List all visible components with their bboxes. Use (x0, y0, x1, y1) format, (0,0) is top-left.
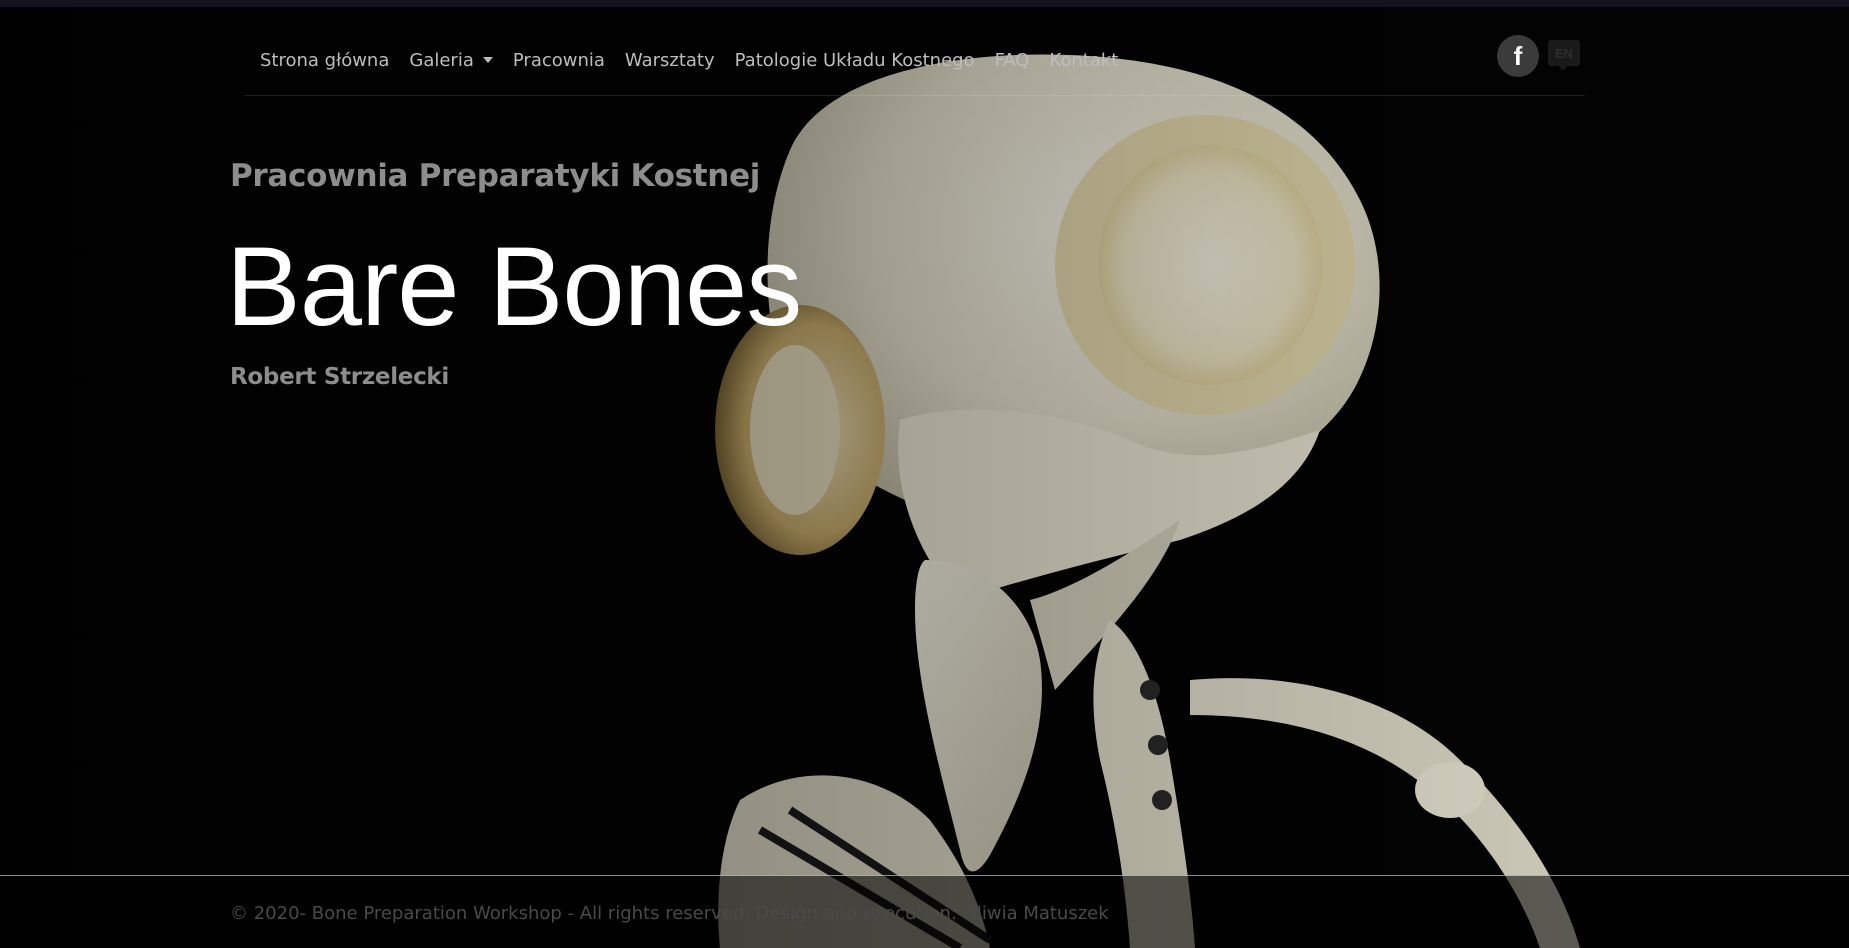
hero-title: Bare Bones (226, 224, 802, 349)
hero-subtitle: Pracownia Preparatyki Kostnej (230, 158, 761, 194)
nav-item-home[interactable]: Strona główna (250, 40, 399, 81)
top-strip (0, 0, 1849, 7)
nav-item-pathologies[interactable]: Patologie Układu Kostnego (725, 40, 985, 81)
footer: © 2020- Bone Preparation Workshop - All … (0, 875, 1849, 948)
nav-item-faq[interactable]: FAQ (985, 40, 1040, 81)
navbar: Strona główna Galeria Pracownia Warsztat… (0, 7, 1849, 97)
language-switch-button[interactable]: EN (1548, 40, 1580, 71)
footer-copyright: © 2020- Bone Preparation Workshop - All … (230, 903, 1109, 924)
nav-divider (245, 95, 1585, 96)
page: Strona główna Galeria Pracownia Warsztat… (0, 0, 1849, 948)
nav-menu: Strona główna Galeria Pracownia Warsztat… (250, 40, 1128, 81)
speech-bubble-icon: EN (1554, 45, 1574, 61)
hero-author: Robert Strzelecki (230, 364, 450, 390)
nav-item-label: Strona główna (260, 50, 390, 71)
facebook-button[interactable]: f (1497, 35, 1539, 77)
hero-background-image (0, 0, 1849, 948)
nav-item-label: FAQ (994, 50, 1030, 71)
nav-item-label: Warsztaty (624, 50, 715, 71)
caret-down-icon (482, 56, 493, 63)
nav-item-gallery-dropdown[interactable]: Galeria (399, 40, 503, 81)
nav-item-workshop[interactable]: Pracownia (503, 40, 615, 81)
facebook-icon: f (1513, 41, 1523, 71)
nav-item-label: Kontakt (1049, 50, 1119, 71)
nav-item-workshops[interactable]: Warsztaty (615, 40, 725, 81)
nav-item-label: Galeria (409, 50, 474, 71)
nav-item-label: Pracownia (512, 50, 605, 71)
nav-item-label: Patologie Układu Kostnego (734, 50, 975, 71)
nav-item-contact[interactable]: Kontakt (1039, 40, 1128, 81)
